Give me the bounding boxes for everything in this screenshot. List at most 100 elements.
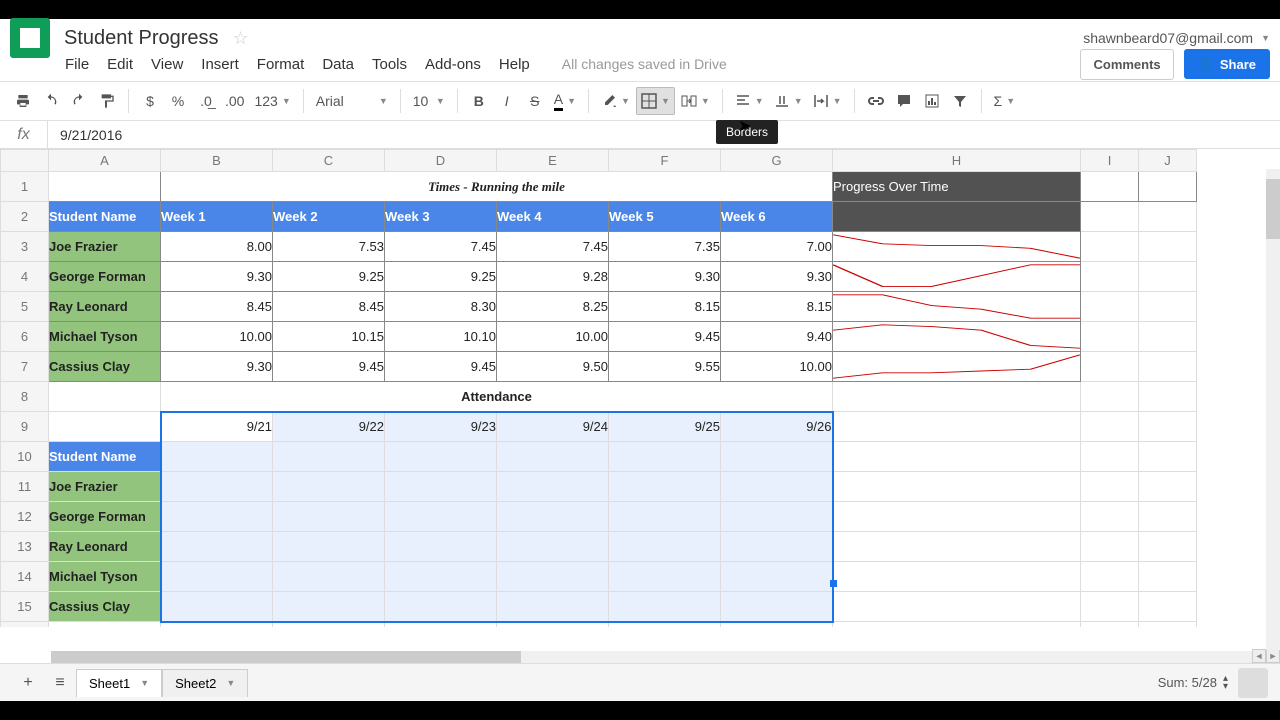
row-header-11[interactable]: 11 xyxy=(1,472,49,502)
sum-display[interactable]: Sum: 5/28▴▾ xyxy=(1158,675,1228,691)
hdr-w1[interactable]: Week 1 xyxy=(161,202,273,232)
fx-icon[interactable]: fx xyxy=(0,121,48,148)
row-header-13[interactable]: 13 xyxy=(1,532,49,562)
cell-H2[interactable] xyxy=(833,202,1081,232)
name-2[interactable]: Ray Leonard xyxy=(49,292,161,322)
menu-view[interactable]: View xyxy=(151,56,183,73)
grid[interactable]: A B C D E F G H I J 1 Times - Running th… xyxy=(0,149,1280,627)
hdr-w3[interactable]: Week 3 xyxy=(385,202,497,232)
attendance-title[interactable]: Attendance xyxy=(161,382,833,412)
align-vertical-icon[interactable]: ▼ xyxy=(770,87,807,115)
row-header-15[interactable]: 15 xyxy=(1,592,49,622)
row-header-7[interactable]: 7 xyxy=(1,352,49,382)
merge-cells-icon[interactable]: ▼ xyxy=(677,87,714,115)
percent-icon[interactable]: % xyxy=(165,87,191,115)
name-1[interactable]: George Forman xyxy=(49,262,161,292)
horizontal-scrollbar[interactable] xyxy=(51,651,1256,663)
menu-tools[interactable]: Tools xyxy=(372,56,407,73)
tab-nav[interactable]: ◄► xyxy=(1252,649,1280,663)
user-email[interactable]: shawnbeard07@gmail.com▼ xyxy=(1083,30,1270,46)
select-all-cell[interactable] xyxy=(1,150,49,172)
share-button[interactable]: 👤 Share xyxy=(1184,49,1270,79)
row-header-9[interactable]: 9 xyxy=(1,412,49,442)
row-header-1[interactable]: 1 xyxy=(1,172,49,202)
row-header-2[interactable]: 2 xyxy=(1,202,49,232)
col-header-E[interactable]: E xyxy=(497,150,609,172)
paint-format-icon[interactable] xyxy=(94,87,120,115)
selection-handle[interactable] xyxy=(830,580,837,587)
hdr-w6[interactable]: Week 6 xyxy=(721,202,833,232)
menu-format[interactable]: Format xyxy=(257,56,305,73)
borders-icon[interactable]: ▼ xyxy=(636,87,675,115)
progress-title[interactable]: Progress Over Time xyxy=(833,172,1081,202)
hdr-w5[interactable]: Week 5 xyxy=(609,202,721,232)
col-header-B[interactable]: B xyxy=(161,150,273,172)
col-header-G[interactable]: G xyxy=(721,150,833,172)
col-header-J[interactable]: J xyxy=(1139,150,1197,172)
text-color-icon[interactable]: A▼ xyxy=(550,87,580,115)
col-header-A[interactable]: A xyxy=(49,150,161,172)
insert-comment-icon[interactable] xyxy=(891,87,917,115)
comments-button[interactable]: Comments xyxy=(1080,49,1173,80)
hdr-student[interactable]: Student Name xyxy=(49,202,161,232)
menu-edit[interactable]: Edit xyxy=(107,56,133,73)
filter-icon[interactable] xyxy=(947,87,973,115)
star-icon[interactable]: ☆ xyxy=(233,28,249,49)
row-header-4[interactable]: 4 xyxy=(1,262,49,292)
explore-button[interactable] xyxy=(1238,668,1268,698)
menu-addons[interactable]: Add-ons xyxy=(425,56,481,73)
align-horizontal-icon[interactable]: ▼ xyxy=(731,87,768,115)
decrease-decimal-icon[interactable]: .0̲ xyxy=(193,87,219,115)
row-header-14[interactable]: 14 xyxy=(1,562,49,592)
row-header-16[interactable]: 16 xyxy=(1,622,49,628)
sparkline-3[interactable] xyxy=(833,322,1081,352)
sheet-tab-2[interactable]: Sheet2▼ xyxy=(162,669,248,697)
sparkline-0[interactable] xyxy=(833,232,1081,262)
col-header-I[interactable]: I xyxy=(1081,150,1139,172)
strikethrough-icon[interactable]: S xyxy=(522,87,548,115)
print-icon[interactable] xyxy=(10,87,36,115)
row-header-6[interactable]: 6 xyxy=(1,322,49,352)
font-size-select[interactable]: 10▼ xyxy=(409,87,449,115)
text-wrap-icon[interactable]: ▼ xyxy=(809,87,846,115)
col-header-C[interactable]: C xyxy=(273,150,385,172)
name-4[interactable]: Cassius Clay xyxy=(49,352,161,382)
row-header-5[interactable]: 5 xyxy=(1,292,49,322)
doc-title[interactable]: Student Progress xyxy=(64,27,219,50)
col-header-F[interactable]: F xyxy=(609,150,721,172)
add-sheet-button[interactable]: + xyxy=(12,669,44,697)
bold-icon[interactable]: B xyxy=(466,87,492,115)
vertical-scrollbar[interactable] xyxy=(1266,169,1280,650)
functions-icon[interactable]: Σ▼ xyxy=(990,87,1020,115)
fill-color-icon[interactable]: ▼ xyxy=(597,87,634,115)
formula-input[interactable]: 9/21/2016 xyxy=(48,127,122,143)
sheet-tab-1[interactable]: Sheet1▼ xyxy=(76,669,162,697)
menu-insert[interactable]: Insert xyxy=(201,56,239,73)
sparkline-4[interactable] xyxy=(833,352,1081,382)
hdr-w2[interactable]: Week 2 xyxy=(273,202,385,232)
name-3[interactable]: Michael Tyson xyxy=(49,322,161,352)
sparkline-2[interactable] xyxy=(833,292,1081,322)
menu-data[interactable]: Data xyxy=(322,56,354,73)
sparkline-1[interactable] xyxy=(833,262,1081,292)
row-header-12[interactable]: 12 xyxy=(1,502,49,532)
format-number-dropdown[interactable]: 123▼ xyxy=(250,87,294,115)
menu-help[interactable]: Help xyxy=(499,56,530,73)
sheets-logo[interactable] xyxy=(10,18,50,58)
col-header-H[interactable]: H xyxy=(833,150,1081,172)
cell-A1[interactable] xyxy=(49,172,161,202)
name-0[interactable]: Joe Frazier xyxy=(49,232,161,262)
col-header-D[interactable]: D xyxy=(385,150,497,172)
redo-icon[interactable] xyxy=(66,87,92,115)
row-header-10[interactable]: 10 xyxy=(1,442,49,472)
increase-decimal-icon[interactable]: .00 xyxy=(221,87,248,115)
menu-file[interactable]: File xyxy=(65,56,89,73)
times-title[interactable]: Times - Running the mile xyxy=(161,172,833,202)
cell-B9[interactable]: 9/21 xyxy=(161,412,273,442)
hdr-w4[interactable]: Week 4 xyxy=(497,202,609,232)
undo-icon[interactable] xyxy=(38,87,64,115)
row-header-8[interactable]: 8 xyxy=(1,382,49,412)
insert-link-icon[interactable] xyxy=(863,87,889,115)
font-select[interactable]: Arial▼ xyxy=(312,87,392,115)
att-hdr[interactable]: Student Name xyxy=(49,442,161,472)
